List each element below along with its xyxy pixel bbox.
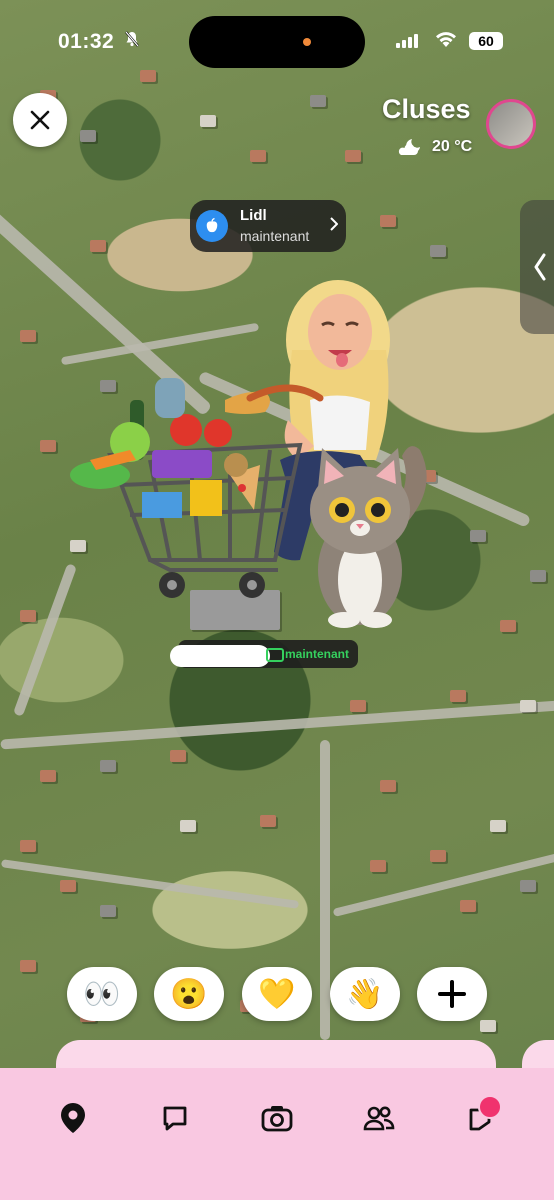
place-time: maintenant [240, 228, 310, 244]
friend-last-seen: maintenant [285, 647, 350, 661]
nav-chat[interactable] [157, 1100, 193, 1136]
nav-friends[interactable] [361, 1100, 397, 1136]
wave-reaction-button[interactable]: 👋 [330, 967, 400, 1021]
weather-info: 20 °C [396, 137, 472, 157]
place-card[interactable]: Lidl maintenant [190, 200, 346, 252]
close-button[interactable] [13, 93, 67, 147]
chevron-right-icon [330, 217, 339, 236]
surprised-reaction-button[interactable]: 😮 [154, 967, 224, 1021]
cellular-signal-icon [396, 34, 420, 48]
map-pin-icon [61, 1103, 85, 1133]
waving-hand-icon: 👋 [346, 977, 384, 1011]
bell-muted-icon [124, 31, 140, 51]
plus-icon [438, 980, 466, 1008]
yellow-heart-icon: 💛 [258, 977, 296, 1011]
profile-avatar[interactable] [486, 99, 536, 149]
bitmoji-avatar[interactable] [60, 270, 460, 630]
chat-icon [163, 1106, 187, 1131]
nav-map[interactable] [55, 1100, 91, 1136]
city-name: Cluses [382, 94, 471, 124]
heart-reaction-button[interactable]: 💛 [242, 967, 312, 1021]
temperature: 20 °C [432, 138, 473, 155]
side-drawer-handle[interactable] [520, 200, 554, 334]
eyes-reaction-button[interactable]: 👀 [67, 967, 137, 1021]
chevron-left-icon [534, 253, 546, 281]
notification-badge [478, 1095, 502, 1119]
privacy-indicator-dot [303, 38, 311, 46]
surprised-face-icon: 😮 [170, 977, 208, 1011]
add-reaction-button[interactable] [417, 967, 487, 1021]
friend-name-redacted [170, 645, 270, 667]
bitmoji-illustration [70, 280, 427, 628]
battery-indicator: 60 [469, 32, 503, 50]
close-icon [30, 110, 50, 130]
battery-icon [266, 648, 284, 662]
nav-camera[interactable] [259, 1100, 295, 1136]
friends-icon [363, 1106, 395, 1131]
apple-icon [196, 210, 228, 242]
eyes-icon: 👀 [83, 977, 121, 1011]
place-name: Lidl [240, 207, 267, 224]
camera-icon [261, 1106, 293, 1132]
clock: 01:32 [58, 30, 115, 53]
wifi-icon [434, 30, 458, 53]
status-bar: 01:32 60 [0, 0, 554, 80]
dynamic-island [189, 16, 365, 68]
cloudy-night-icon [398, 139, 420, 155]
